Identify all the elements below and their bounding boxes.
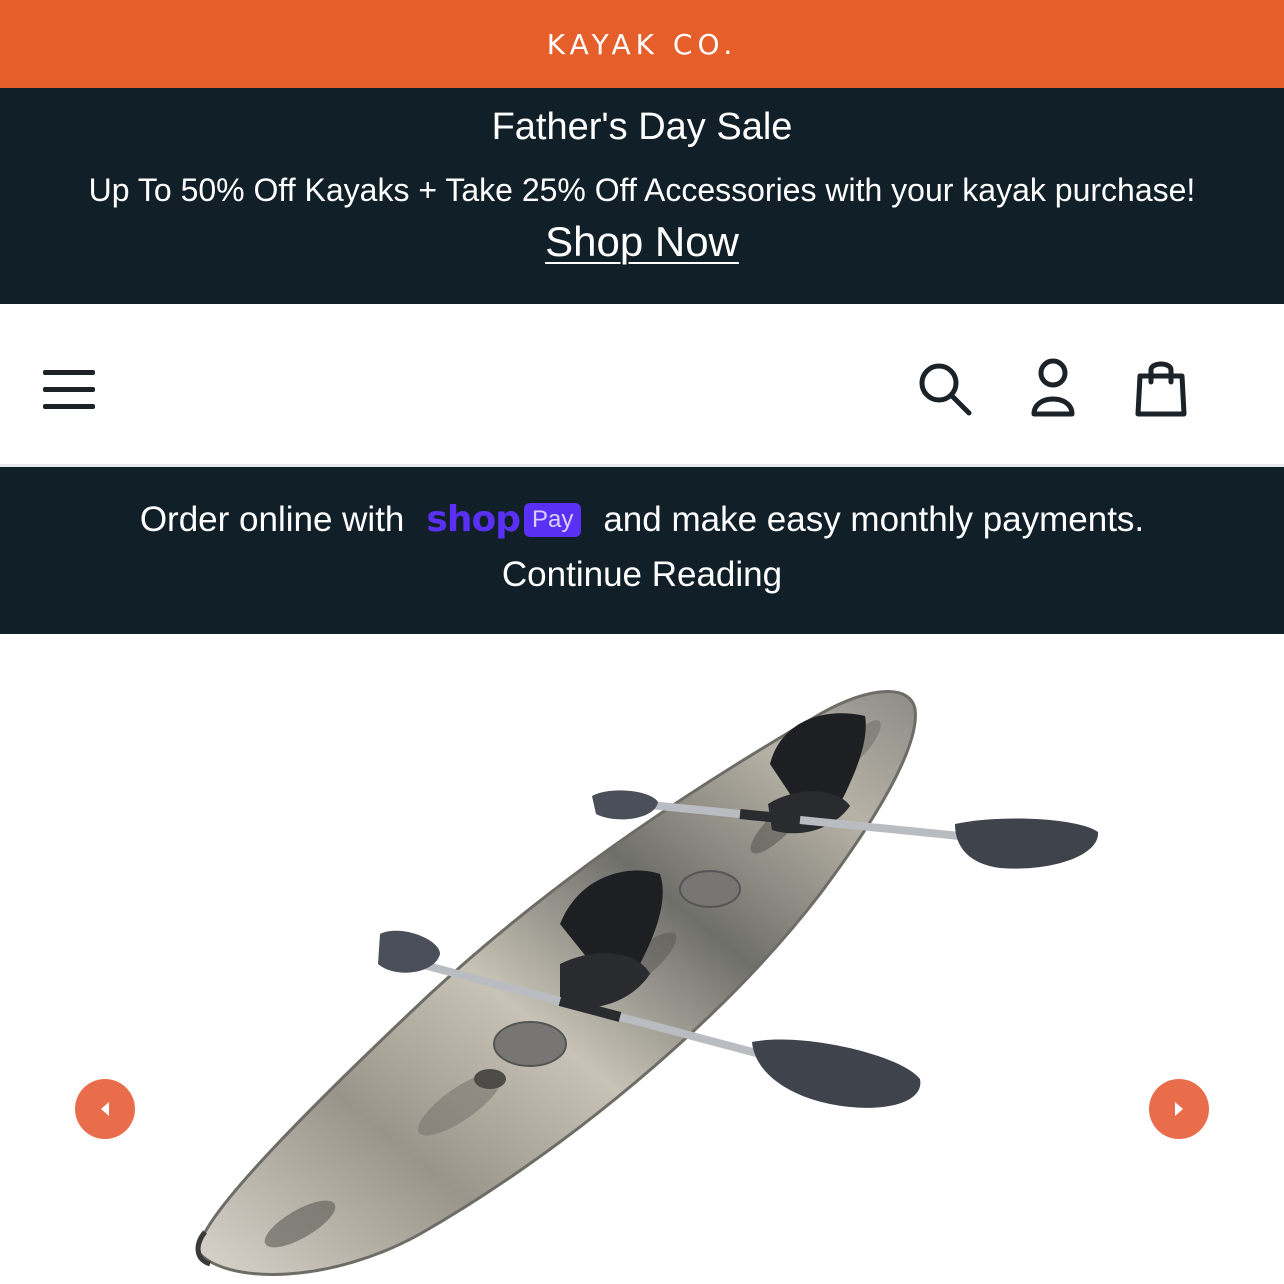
shop-pay-logo-word: shop [426,499,521,540]
brand-logo[interactable]: KAYAK CO. [547,28,738,61]
kayak-product-image [195,690,1099,1276]
product-carousel [0,634,1284,1284]
shop-pay-logo: shop Pay [426,499,582,540]
continue-reading-link[interactable]: Continue Reading [0,555,1284,595]
cart-button[interactable] [1128,354,1194,422]
search-button[interactable] [912,356,978,422]
carousel-prev-button[interactable] [75,1079,135,1139]
shop-now-link-wrap: Shop Now [0,218,1284,266]
shop-pay-logo-badge: Pay [523,502,582,537]
shop-pay-suffix: and make easy monthly payments. [603,499,1145,539]
promo-banner: Father's Day Sale Up To 50% Off Kayaks +… [0,88,1284,304]
promo-subtitle: Up To 50% Off Kayaks + Take 25% Off Acce… [88,172,1196,208]
site-header [0,304,1284,467]
account-button[interactable] [1020,352,1086,422]
search-icon [919,363,972,416]
menu-button[interactable] [36,356,102,422]
brand-bar: KAYAK CO. [0,0,1284,88]
shop-pay-banner: Order online with shop Pay and make easy… [0,467,1284,634]
arrow-right-icon [1175,1102,1183,1116]
menu-icon [43,370,95,409]
shop-pay-prefix: Order online with [139,499,405,539]
cart-icon [1135,361,1187,417]
promo-title: Father's Day Sale [491,106,793,148]
shop-pay-line: Order online with shop Pay and make easy… [0,499,1284,540]
arrow-left-icon [101,1102,109,1116]
shop-now-link[interactable]: Shop Now [545,218,739,265]
account-icon [1031,358,1075,417]
carousel-next-button[interactable] [1149,1079,1209,1139]
